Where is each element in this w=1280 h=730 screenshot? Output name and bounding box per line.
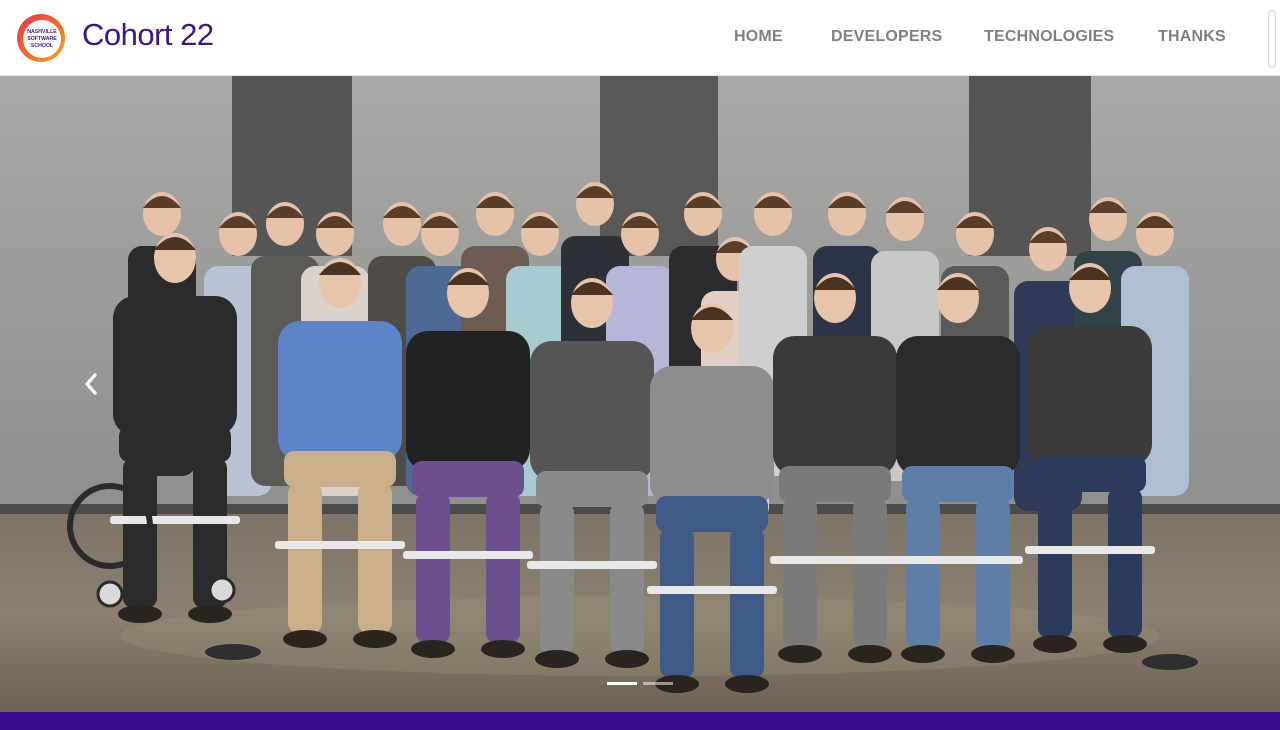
carousel-indicator-2[interactable] [643, 682, 673, 685]
logo-line-2: SOFTWARE [27, 36, 57, 42]
chevron-left-icon [85, 373, 97, 395]
scrollbar[interactable] [1268, 10, 1276, 68]
nav-item-thanks[interactable]: THANKS [1158, 28, 1226, 46]
nashville-software-school-logo: NASHVILLE SOFTWARE SCHOOL [17, 14, 65, 62]
nav-item-technologies[interactable]: TECHNOLOGIES [984, 28, 1114, 46]
carousel-prev-button[interactable] [84, 373, 110, 407]
carousel-indicator-1[interactable] [607, 682, 637, 685]
carousel-indicators [0, 682, 1280, 688]
nav-item-developers[interactable]: DEVELOPERS [831, 28, 942, 46]
logo-line-1: NASHVILLE [27, 29, 57, 35]
navbar: NASHVILLE SOFTWARE SCHOOL Cohort 22 HOME… [0, 0, 1280, 76]
nav-item-home[interactable]: HOME [734, 28, 783, 46]
hero-carousel [0, 76, 1280, 712]
brand-title[interactable]: Cohort 22 [82, 15, 214, 55]
group-photo [0, 76, 1280, 712]
logo-line-3: SCHOOL [31, 43, 54, 49]
footer-bar [0, 712, 1280, 730]
